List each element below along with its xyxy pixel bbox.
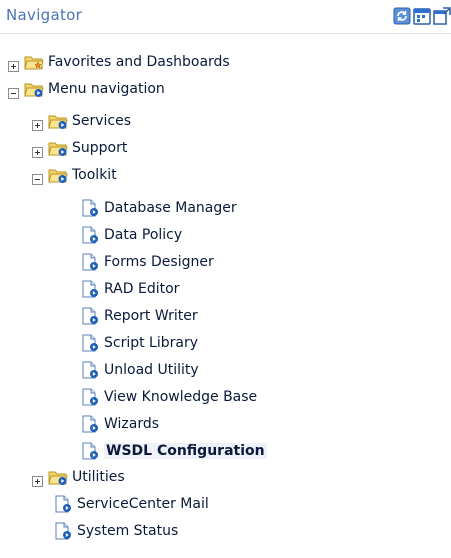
document-icon bbox=[80, 415, 100, 433]
tree-leaf-label: Data Policy bbox=[104, 227, 183, 243]
tree-leaf-unload-utility[interactable]: Unload Utility bbox=[80, 359, 199, 381]
tree-node-services[interactable]: Services bbox=[32, 110, 131, 132]
refresh-icon[interactable] bbox=[393, 7, 411, 25]
tree-leaf-wizards[interactable]: Wizards bbox=[80, 413, 159, 435]
favorites-folder-icon bbox=[24, 53, 44, 71]
tree-leaf-label: RAD Editor bbox=[104, 281, 180, 297]
tree-leaf-forms-designer[interactable]: Forms Designer bbox=[80, 251, 214, 273]
menu-folder-icon bbox=[24, 80, 44, 98]
tree-node-utilities[interactable]: Utilities bbox=[32, 466, 125, 488]
tree-node-label: Services bbox=[72, 113, 132, 129]
expand-plus-icon[interactable] bbox=[32, 143, 43, 158]
expand-plus-icon[interactable] bbox=[32, 472, 43, 487]
tree-leaf-report-writer[interactable]: Report Writer bbox=[80, 305, 198, 327]
folder-icon bbox=[48, 139, 68, 157]
tree-leaf-system-status[interactable]: System Status bbox=[53, 520, 178, 542]
tree-leaf-label: Report Writer bbox=[104, 308, 198, 324]
collapse-minus-icon[interactable] bbox=[32, 170, 43, 185]
document-icon bbox=[53, 522, 73, 540]
tree-node-label: Menu navigation bbox=[48, 81, 165, 97]
navigator-title: Navigator bbox=[6, 6, 83, 24]
tree-leaf-servicecenter-mail[interactable]: ServiceCenter Mail bbox=[53, 493, 209, 515]
tree-node-menu-navigation[interactable]: Menu navigation bbox=[8, 78, 165, 100]
navigator-header: Navigator bbox=[0, 0, 451, 34]
folder-icon bbox=[48, 468, 68, 486]
expand-plus-icon[interactable] bbox=[32, 116, 43, 131]
tree-leaf-rad-editor[interactable]: RAD Editor bbox=[80, 278, 179, 300]
folder-icon bbox=[48, 166, 68, 184]
document-icon bbox=[80, 307, 100, 325]
tree-leaf-database-manager[interactable]: Database Manager bbox=[80, 197, 237, 219]
tree-node-favorites[interactable]: Favorites and Dashboards bbox=[8, 51, 230, 73]
tree-leaf-label: Unload Utility bbox=[104, 362, 199, 378]
expand-plus-icon[interactable] bbox=[8, 57, 19, 72]
collapse-minus-icon[interactable] bbox=[8, 84, 19, 99]
header-toolbar bbox=[393, 7, 451, 25]
tree-leaf-label: Wizards bbox=[104, 416, 160, 432]
tree-node-toolkit[interactable]: Toolkit bbox=[32, 164, 117, 186]
folder-icon bbox=[48, 112, 68, 130]
document-icon bbox=[80, 442, 100, 460]
tree-leaf-label: Database Manager bbox=[104, 200, 237, 216]
document-icon bbox=[80, 334, 100, 352]
tree-leaf-label: Script Library bbox=[104, 335, 199, 351]
tree-node-label: Favorites and Dashboards bbox=[48, 54, 230, 70]
tree-leaf-label: View Knowledge Base bbox=[104, 389, 258, 405]
document-icon bbox=[80, 388, 100, 406]
document-icon bbox=[80, 199, 100, 217]
document-icon bbox=[80, 280, 100, 298]
tree-leaf-script-library[interactable]: Script Library bbox=[80, 332, 198, 354]
document-icon bbox=[80, 226, 100, 244]
tree-node-label: Support bbox=[72, 140, 128, 156]
tree-leaf-label: Forms Designer bbox=[104, 254, 214, 270]
tree-leaf-view-knowledge-base[interactable]: View Knowledge Base bbox=[80, 386, 257, 408]
calendar-icon[interactable] bbox=[413, 7, 431, 25]
navigator-panel: Navigator Favorites and Dashboards Menu … bbox=[0, 0, 451, 558]
tree-leaf-data-policy[interactable]: Data Policy bbox=[80, 224, 182, 246]
detach-window-icon[interactable] bbox=[433, 7, 451, 25]
tree-leaf-label: System Status bbox=[77, 523, 179, 539]
tree-leaf-label: ServiceCenter Mail bbox=[77, 496, 209, 512]
document-icon bbox=[80, 253, 100, 271]
tree-leaf-wsdl-configuration[interactable]: WSDL Configuration bbox=[80, 440, 267, 462]
document-icon bbox=[53, 495, 73, 513]
tree-node-label: Utilities bbox=[72, 469, 125, 485]
tree-node-label: Toolkit bbox=[72, 167, 117, 183]
tree-node-support[interactable]: Support bbox=[32, 137, 127, 159]
document-icon bbox=[80, 361, 100, 379]
tree-leaf-label-selected: WSDL Configuration bbox=[104, 443, 267, 459]
